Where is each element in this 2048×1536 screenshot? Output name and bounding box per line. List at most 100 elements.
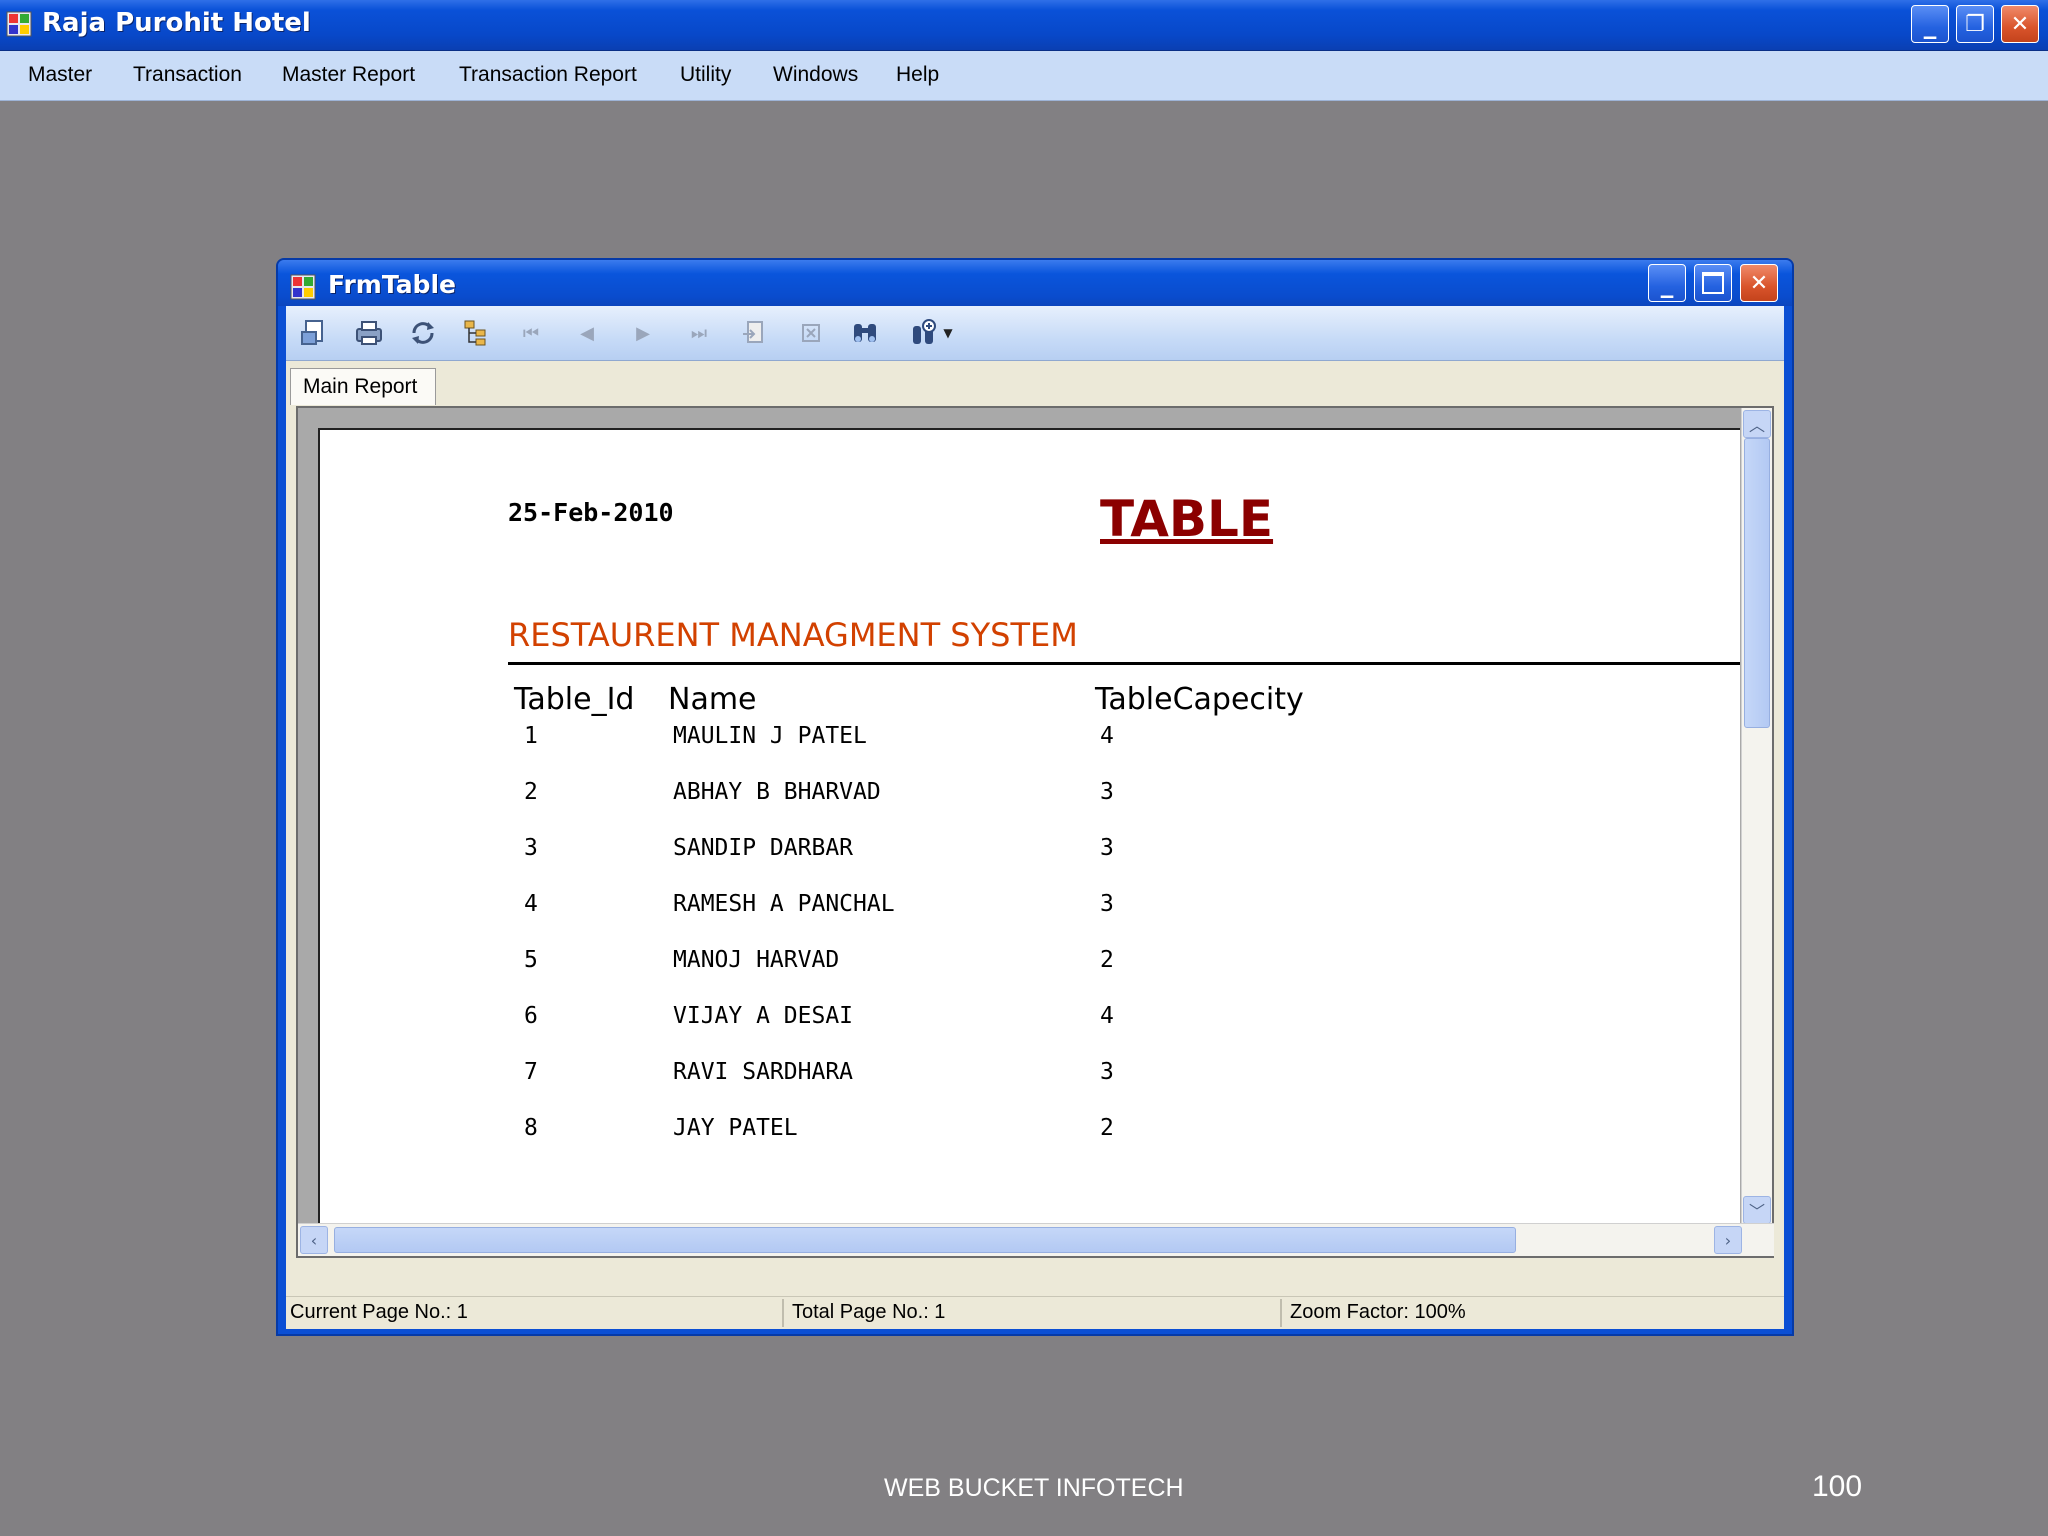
- restore-button[interactable]: ❐: [1956, 5, 1994, 43]
- close-icon: ✕: [1749, 270, 1769, 296]
- scroll-down-button[interactable]: ﹀: [1743, 1196, 1771, 1224]
- chevron-down-icon: ﹀: [1748, 1202, 1765, 1221]
- print-icon: [356, 321, 382, 345]
- child-close-button[interactable]: ✕: [1740, 264, 1778, 302]
- name-cell: JAY PATEL: [673, 1115, 798, 1141]
- tab-main-report[interactable]: Main Report: [290, 368, 437, 405]
- next-page-icon: ▶: [636, 322, 650, 344]
- app-title: Raja Purohit Hotel: [42, 8, 311, 38]
- capacity-cell: 3: [1100, 779, 1114, 805]
- next-page-button[interactable]: ▶: [626, 316, 660, 350]
- stop-button[interactable]: [794, 316, 828, 350]
- first-page-icon: ⏮: [522, 322, 540, 344]
- status-divider: [1280, 1299, 1282, 1327]
- stop-icon: [802, 324, 820, 342]
- name-cell: RAMESH A PANCHAL: [673, 891, 895, 917]
- capacity-cell: 4: [1100, 723, 1114, 749]
- table-id-cell: 1: [524, 723, 538, 749]
- header-divider: [508, 662, 1740, 665]
- name-cell: ABHAY B BHARVAD: [673, 779, 881, 805]
- goto-page-button[interactable]: [738, 316, 772, 350]
- zoom-dropdown-button[interactable]: ▼: [902, 316, 960, 350]
- minimize-button[interactable]: ▁: [1911, 5, 1949, 43]
- horizontal-scroll-thumb[interactable]: [334, 1227, 1516, 1253]
- menu-windows[interactable]: Windows: [773, 63, 858, 87]
- name-cell: VIJAY A DESAI: [673, 1003, 854, 1029]
- vertical-scrollbar[interactable]: ︿ ﹀: [1741, 408, 1772, 1226]
- capacity-cell: 3: [1100, 891, 1114, 917]
- table-id-cell: 2: [524, 779, 538, 805]
- scroll-up-button[interactable]: ︿: [1743, 410, 1771, 438]
- name-cell: SANDIP DARBAR: [673, 835, 854, 861]
- report-window-title: FrmTable: [328, 270, 456, 299]
- report-toolbar: ⏮ ◀ ▶ ⏭ ▼: [286, 306, 1784, 361]
- refresh-icon: [412, 322, 434, 344]
- last-page-icon: ⏭: [690, 322, 708, 344]
- previous-page-button[interactable]: ◀: [570, 316, 604, 350]
- column-header-table-id: Table_Id: [514, 682, 635, 717]
- menu-bar: Master Transaction Master Report Transac…: [0, 51, 2048, 101]
- restore-icon: ❐: [1965, 11, 1985, 37]
- report-title: TABLE: [1100, 490, 1274, 548]
- close-button[interactable]: ✕: [2001, 5, 2039, 43]
- report-date: 25-Feb-2010: [508, 498, 674, 527]
- maximize-icon: [1702, 272, 1724, 294]
- chevron-left-icon: ‹: [310, 1230, 318, 1250]
- capacity-cell: 3: [1100, 1059, 1114, 1085]
- export-icon: [301, 320, 323, 345]
- chevron-right-icon: ›: [1724, 1230, 1732, 1250]
- last-page-button[interactable]: ⏭: [682, 316, 716, 350]
- capacity-cell: 2: [1100, 1115, 1114, 1141]
- zoom-icon: [913, 319, 937, 344]
- child-maximize-button[interactable]: [1694, 264, 1732, 302]
- zoom-factor-status: Zoom Factor: 100%: [1290, 1301, 1466, 1323]
- export-button[interactable]: [298, 316, 332, 350]
- name-cell: MAULIN J PATEL: [673, 723, 867, 749]
- child-minimize-button[interactable]: ▁: [1648, 264, 1686, 302]
- status-bar: Current Page No.: 1 Total Page No.: 1 Zo…: [286, 1296, 1784, 1329]
- minimize-icon: ▁: [1660, 278, 1674, 298]
- name-cell: RAVI SARDHARA: [673, 1059, 854, 1085]
- footer-company: WEB BUCKET INFOTECH: [884, 1474, 1184, 1502]
- capacity-cell: 3: [1100, 835, 1114, 861]
- scroll-left-button[interactable]: ‹: [300, 1226, 328, 1254]
- vertical-scroll-thumb[interactable]: [1744, 438, 1770, 728]
- search-button[interactable]: [848, 316, 882, 350]
- column-header-name: Name: [668, 682, 757, 717]
- menu-master-report[interactable]: Master Report: [282, 63, 415, 87]
- menu-help[interactable]: Help: [896, 63, 939, 87]
- chevron-down-icon: ▼: [943, 326, 953, 340]
- menu-master[interactable]: Master: [28, 63, 92, 87]
- horizontal-scrollbar[interactable]: ‹ ›: [298, 1223, 1774, 1256]
- capacity-cell: 2: [1100, 947, 1114, 973]
- report-viewer: 25-Feb-2010 TABLE RESTAURENT MANAGMENT S…: [296, 406, 1774, 1258]
- print-button[interactable]: [352, 316, 386, 350]
- app-window-icon: [6, 11, 32, 37]
- report-tab-strip: Main Report: [286, 360, 1784, 406]
- close-icon: ✕: [2010, 11, 2030, 37]
- minimize-icon: ▁: [1923, 19, 1937, 39]
- report-page: 25-Feb-2010 TABLE RESTAURENT MANAGMENT S…: [318, 428, 1740, 1230]
- report-subtitle: RESTAURENT MANAGMENT SYSTEM: [508, 616, 1078, 654]
- status-divider: [782, 1299, 784, 1327]
- table-id-cell: 3: [524, 835, 538, 861]
- refresh-button[interactable]: [406, 316, 440, 350]
- report-window-title-bar: FrmTable ▁ ✕: [278, 260, 1792, 306]
- search-icon: [854, 324, 876, 342]
- report-window-body: ⏮ ◀ ▶ ⏭ ▼ Main Report 25-Feb-2010 TABLE …: [286, 306, 1784, 1329]
- table-id-cell: 4: [524, 891, 538, 917]
- scroll-right-button[interactable]: ›: [1714, 1226, 1742, 1254]
- first-page-button[interactable]: ⏮: [514, 316, 548, 350]
- app-title-bar: Raja Purohit Hotel ▁ ❐ ✕: [0, 0, 2048, 51]
- toggle-group-tree-button[interactable]: [460, 316, 494, 350]
- current-page-status: Current Page No.: 1: [290, 1301, 468, 1323]
- menu-utility[interactable]: Utility: [680, 63, 731, 87]
- menu-transaction[interactable]: Transaction: [133, 63, 242, 87]
- table-id-cell: 5: [524, 947, 538, 973]
- menu-transaction-report[interactable]: Transaction Report: [459, 63, 637, 87]
- total-page-status: Total Page No.: 1: [792, 1301, 946, 1323]
- column-header-capacity: TableCapecity: [1095, 682, 1304, 717]
- capacity-cell: 4: [1100, 1003, 1114, 1029]
- name-cell: MANOJ HARVAD: [673, 947, 840, 973]
- footer-page-number: 100: [1812, 1470, 1863, 1503]
